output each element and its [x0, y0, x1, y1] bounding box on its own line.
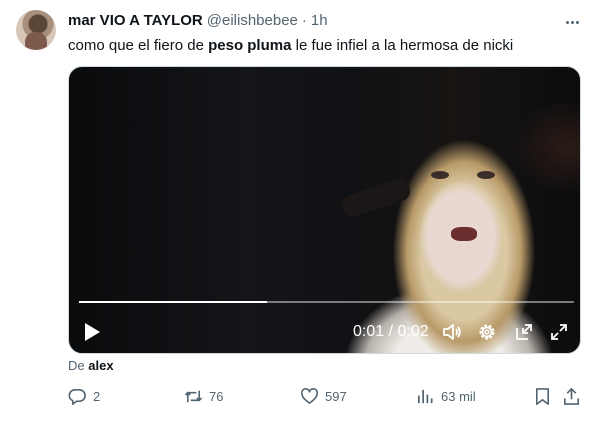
- share-icon: [564, 387, 579, 405]
- video-progress-fill: [79, 301, 268, 303]
- exit-fullscreen-icon[interactable]: [514, 322, 534, 342]
- author-handle[interactable]: @eilishbebee: [207, 12, 298, 29]
- tweet-header: mar VIO A TAYLOR @eilishbebee · 1h: [68, 12, 328, 29]
- video-player[interactable]: 0:01 / 0:02: [68, 66, 581, 354]
- video-source-prefix: De: [68, 358, 85, 373]
- video-source-name[interactable]: alex: [88, 358, 113, 373]
- video-frame-detail: [477, 171, 495, 179]
- fullscreen-icon[interactable]: [549, 322, 569, 342]
- tweet-text-end: le fue infiel a la hermosa de nicki: [291, 37, 514, 54]
- views-button[interactable]: 63 mil: [416, 387, 476, 406]
- bookmark-button[interactable]: [533, 387, 552, 406]
- avatar[interactable]: [16, 10, 56, 50]
- author-display-name[interactable]: mar VIO A TAYLOR: [68, 12, 203, 29]
- views-count: 63 mil: [441, 389, 476, 404]
- video-time-separator: /: [384, 323, 398, 340]
- play-icon[interactable]: [83, 322, 101, 342]
- video-source: De alex: [68, 358, 114, 373]
- video-time-readout: 0:01 / 0:02: [353, 323, 429, 341]
- repost-button[interactable]: 76: [184, 387, 223, 406]
- video-progress-bar[interactable]: [79, 301, 574, 303]
- tweet-text-start: como que el fiero de: [68, 37, 209, 54]
- header-separator: ·: [301, 12, 307, 29]
- share-button[interactable]: [562, 387, 581, 406]
- tweet-text-bold: peso pluma: [208, 37, 292, 54]
- tweet: mar VIO A TAYLOR @eilishbebee · 1h como …: [0, 0, 605, 429]
- repost-count: 76: [209, 389, 224, 404]
- video-current-time: 0:01: [353, 323, 385, 340]
- like-icon: [301, 388, 318, 404]
- reply-icon: [68, 389, 86, 405]
- more-button[interactable]: [562, 12, 582, 32]
- reply-count: 2: [93, 389, 101, 404]
- volume-icon[interactable]: [442, 322, 462, 342]
- repost-icon: [184, 390, 203, 403]
- video-controls: 0:01 / 0:02: [69, 317, 580, 347]
- bookmark-icon: [535, 388, 550, 405]
- reply-button[interactable]: 2: [68, 387, 100, 406]
- more-icon: [565, 20, 569, 24]
- video-frame-detail: [451, 227, 477, 241]
- like-count: 597: [325, 389, 347, 404]
- video-frame-detail: [339, 176, 413, 220]
- post-time[interactable]: 1h: [311, 12, 328, 29]
- settings-gear-icon[interactable]: [477, 322, 497, 342]
- video-frame-detail: [431, 171, 449, 179]
- video-duration: 0:02: [397, 323, 429, 340]
- tweet-text: como que el fiero de peso pluma le fue i…: [68, 36, 513, 56]
- like-button[interactable]: 597: [300, 387, 347, 406]
- tweet-actions: 2 76 597 63 mil: [68, 387, 583, 409]
- views-icon: [417, 389, 433, 404]
